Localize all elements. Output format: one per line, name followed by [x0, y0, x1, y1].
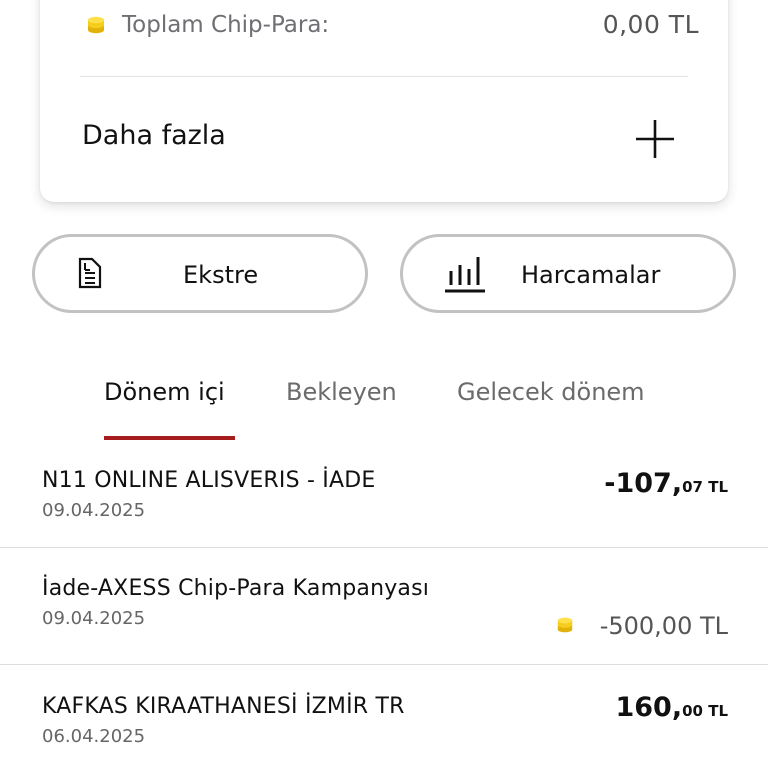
- summary-card: Toplam Chip-Para: 0,00 TL Daha fazla: [40, 0, 728, 202]
- active-tab-indicator: [104, 436, 235, 440]
- transaction-name: N11 ONLINE ALISVERIS - İADE: [42, 468, 376, 493]
- transaction-name: KAFKAS KIRAATHANESİ İZMİR TR: [42, 694, 405, 719]
- statement-button[interactable]: Ekstre: [32, 234, 368, 313]
- spending-button[interactable]: Harcamalar: [400, 234, 736, 313]
- card-divider: [80, 76, 688, 77]
- transaction-amount: 160,00 TL: [615, 692, 728, 723]
- coin-icon: [557, 617, 573, 633]
- more-label[interactable]: Daha fazla: [82, 120, 226, 151]
- transaction-row[interactable]: İade-AXESS Chip-Para Kampanyası 09.04.20…: [0, 574, 768, 664]
- plus-icon[interactable]: [636, 120, 674, 158]
- tab-current-period[interactable]: Dönem içi: [104, 378, 225, 406]
- amount-integer: -107,: [604, 468, 683, 499]
- statement-icon: [78, 257, 102, 289]
- transaction-name: İade-AXESS Chip-Para Kampanyası: [42, 576, 430, 601]
- transaction-date: 09.04.2025: [42, 500, 146, 521]
- bar-chart-icon: [445, 257, 485, 293]
- chip-para-label: Toplam Chip-Para:: [122, 12, 330, 38]
- coin-icon: [88, 16, 104, 34]
- row-divider: [0, 664, 768, 665]
- transaction-chip-amount: -500,00 TL: [599, 612, 728, 640]
- chip-para-row: Toplam Chip-Para: 0,00 TL: [86, 10, 698, 40]
- row-divider: [0, 547, 768, 548]
- transaction-date: 06.04.2025: [42, 726, 146, 747]
- transaction-amount: -107,07 TL: [604, 468, 728, 499]
- tab-next-period[interactable]: Gelecek dönem: [457, 378, 645, 406]
- transaction-row[interactable]: N11 ONLINE ALISVERIS - İADE 09.04.2025 -…: [0, 466, 768, 548]
- spending-label: Harcamalar: [521, 261, 661, 289]
- amount-decimal: 00 TL: [682, 702, 728, 720]
- tab-pending[interactable]: Bekleyen: [286, 378, 397, 406]
- amount-decimal: 07 TL: [682, 478, 728, 496]
- transaction-date: 09.04.2025: [42, 608, 146, 629]
- chip-para-value: 0,00 TL: [602, 10, 699, 39]
- transaction-row[interactable]: KAFKAS KIRAATHANESİ İZMİR TR 06.04.2025 …: [0, 692, 768, 768]
- amount-integer: 160,: [615, 692, 683, 723]
- statement-label: Ekstre: [183, 261, 259, 289]
